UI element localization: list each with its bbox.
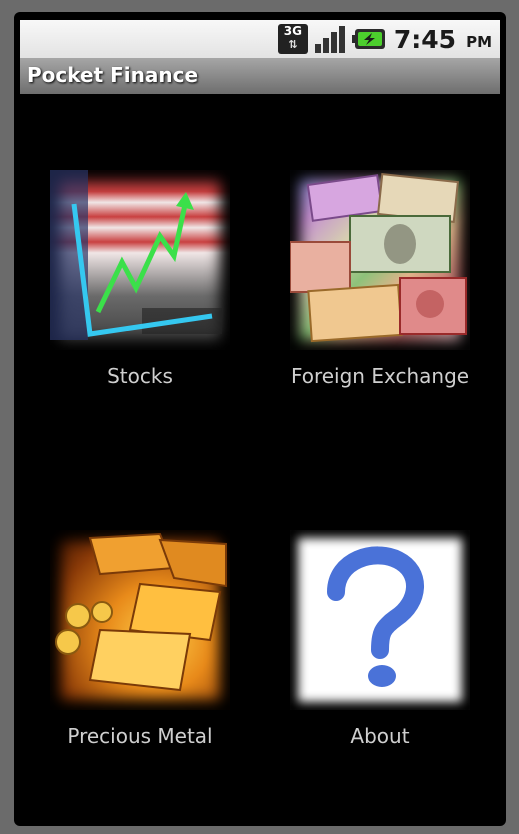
title-bar: Pocket Finance	[20, 58, 500, 94]
currency-notes-icon[interactable]	[290, 170, 470, 350]
about-tile[interactable]: About	[280, 530, 480, 748]
clock-ampm: PM	[466, 33, 492, 51]
stocks-tile[interactable]: Stocks	[40, 170, 240, 388]
about-label: About	[350, 724, 410, 748]
precious-metal-label: Precious Metal	[67, 724, 213, 748]
gold-bars-icon[interactable]	[50, 530, 230, 710]
precious-metal-tile[interactable]: Precious Metal	[40, 530, 240, 748]
question-mark-icon[interactable]	[290, 530, 470, 710]
network-3g-icon: 3G ⇅	[277, 24, 308, 54]
status-bar: 3G ⇅ 7:45 PM	[20, 20, 500, 58]
foreign-exchange-tile[interactable]: Foreign Exchange	[280, 170, 480, 388]
foreign-exchange-label: Foreign Exchange	[290, 364, 470, 388]
clock-time: 7:45	[393, 24, 457, 54]
stocks-chart-icon[interactable]	[50, 170, 230, 350]
stocks-label: Stocks	[107, 364, 173, 388]
app-title: Pocket Finance	[27, 63, 199, 87]
battery-charging-icon	[351, 29, 385, 49]
signal-strength-icon	[314, 26, 345, 53]
